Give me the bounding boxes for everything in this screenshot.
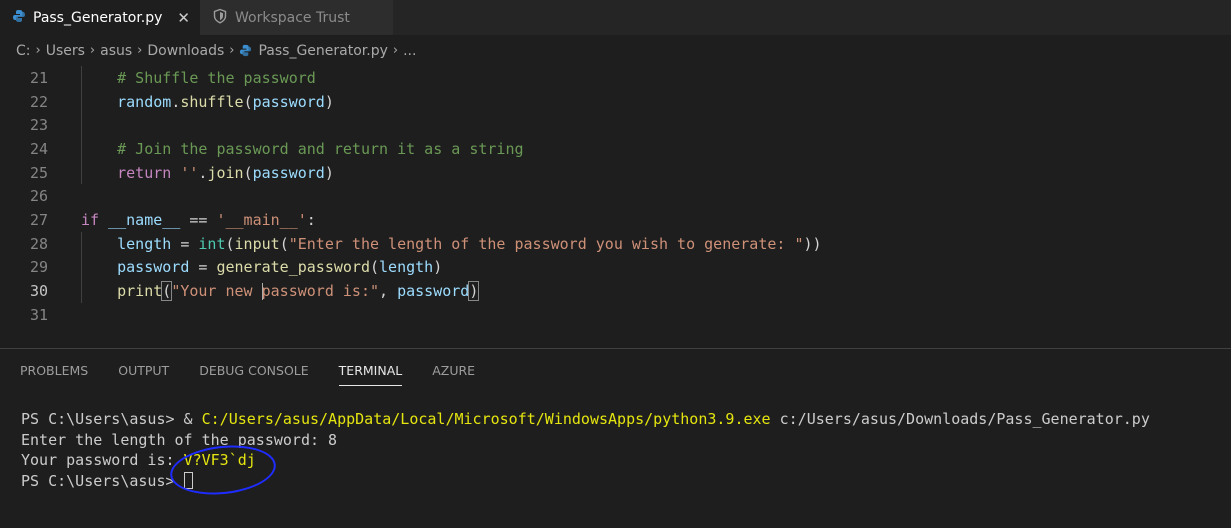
editor-tab-bar: Pass_Generator.py ✕ Workspace Trust bbox=[0, 0, 1231, 35]
tab-terminal[interactable]: TERMINAL bbox=[338, 363, 403, 386]
code-text: # Join the password and return it as a s… bbox=[81, 139, 524, 158]
code-line: 25 return ''.join(password) bbox=[0, 161, 1231, 185]
line-number: 30 bbox=[29, 282, 48, 301]
chevron-right-icon: › bbox=[89, 43, 96, 58]
text-cursor bbox=[261, 283, 263, 301]
terminal-prompt: PS C:\Users\asus> bbox=[21, 471, 184, 490]
tab-azure[interactable]: AZURE bbox=[432, 363, 475, 386]
code-line: 31 bbox=[0, 303, 1231, 327]
tab-output[interactable]: OUTPUT bbox=[118, 363, 169, 386]
line-number: 22 bbox=[29, 92, 48, 111]
terminal-line: PS C:\Users\asus> & C:/Users/asus/AppDat… bbox=[21, 409, 1150, 430]
code-text: # Shuffle the password bbox=[81, 68, 316, 87]
code-line: 26 bbox=[0, 185, 1231, 209]
panel-tab-bar: PROBLEMS OUTPUT DEBUG CONSOLE TERMINAL A… bbox=[20, 363, 505, 386]
tab-problems[interactable]: PROBLEMS bbox=[20, 363, 88, 386]
line-number: 31 bbox=[29, 305, 48, 324]
shield-icon bbox=[212, 8, 228, 28]
code-text: random.shuffle(password) bbox=[117, 92, 334, 111]
line-number: 26 bbox=[29, 187, 48, 206]
code-line: 21 # Shuffle the password bbox=[0, 66, 1231, 90]
code-text: length = int(input("Enter the length of … bbox=[117, 234, 822, 253]
code-line: 22 random.shuffle(password) bbox=[0, 90, 1231, 114]
breadcrumb-item[interactable]: Downloads bbox=[147, 43, 224, 59]
terminal-line: Enter the length of the password: 8 bbox=[21, 430, 1150, 451]
terminal-text: Your password is: bbox=[21, 451, 184, 470]
line-number: 28 bbox=[29, 234, 48, 253]
close-icon[interactable]: ✕ bbox=[177, 9, 190, 27]
code-text: return ''.join(password) bbox=[117, 163, 334, 182]
code-line: 23 bbox=[0, 113, 1231, 137]
python-icon bbox=[239, 44, 252, 57]
breadcrumb-item[interactable]: Pass_Generator.py bbox=[258, 43, 387, 59]
terminal-prompt: PS C:\Users\asus> & bbox=[21, 410, 202, 429]
code-line-current: 30 print("Your new password is:", passwo… bbox=[0, 279, 1231, 303]
python-icon bbox=[12, 9, 26, 27]
tab-workspace-trust[interactable]: Workspace Trust bbox=[200, 0, 393, 35]
breadcrumb: C: › Users › asus › Downloads › Pass_Gen… bbox=[0, 35, 1231, 66]
code-line: 24 # Join the password and return it as … bbox=[0, 137, 1231, 161]
line-number: 27 bbox=[29, 211, 48, 230]
line-number: 25 bbox=[29, 163, 48, 182]
breadcrumb-item[interactable]: asus bbox=[100, 43, 132, 59]
code-line: 29 password = generate_password(length) bbox=[0, 256, 1231, 280]
chevron-right-icon: › bbox=[137, 43, 143, 58]
code-text: print("Your new password is:", password) bbox=[117, 281, 480, 302]
terminal-command: C:/Users/asus/AppData/Local/Microsoft/Wi… bbox=[201, 410, 771, 429]
line-number: 29 bbox=[29, 258, 48, 277]
code-line: 27 if __name__ == '__main__': bbox=[0, 208, 1231, 232]
chevron-right-icon: › bbox=[229, 43, 235, 58]
tab-pass-generator[interactable]: Pass_Generator.py ✕ bbox=[0, 0, 200, 35]
breadcrumb-item[interactable]: C: bbox=[16, 43, 31, 59]
line-number: 21 bbox=[29, 68, 48, 87]
code-text: if __name__ == '__main__': bbox=[81, 211, 316, 230]
tab-debug-console[interactable]: DEBUG CONSOLE bbox=[199, 363, 308, 386]
breadcrumb-item[interactable]: ... bbox=[403, 43, 416, 59]
terminal-argument: c:/Users/asus/Downloads/Pass_Generator.p… bbox=[770, 410, 1150, 429]
bottom-panel: PROBLEMS OUTPUT DEBUG CONSOLE TERMINAL A… bbox=[0, 348, 1231, 528]
terminal-text: Enter the length of the password: 8 bbox=[21, 430, 338, 449]
chevron-right-icon: › bbox=[35, 43, 41, 58]
line-number: 24 bbox=[29, 139, 48, 158]
chevron-right-icon: › bbox=[392, 43, 399, 58]
line-number: 23 bbox=[29, 116, 48, 135]
code-text: password = generate_password(length) bbox=[117, 258, 443, 277]
tab-label: Pass_Generator.py bbox=[33, 9, 163, 26]
breadcrumb-item[interactable]: Users bbox=[46, 43, 85, 59]
code-editor[interactable]: 21 # Shuffle the password 22 random.shuf… bbox=[0, 66, 1231, 348]
code-line: 28 length = int(input("Enter the length … bbox=[0, 232, 1231, 256]
tab-label: Workspace Trust bbox=[235, 9, 350, 26]
